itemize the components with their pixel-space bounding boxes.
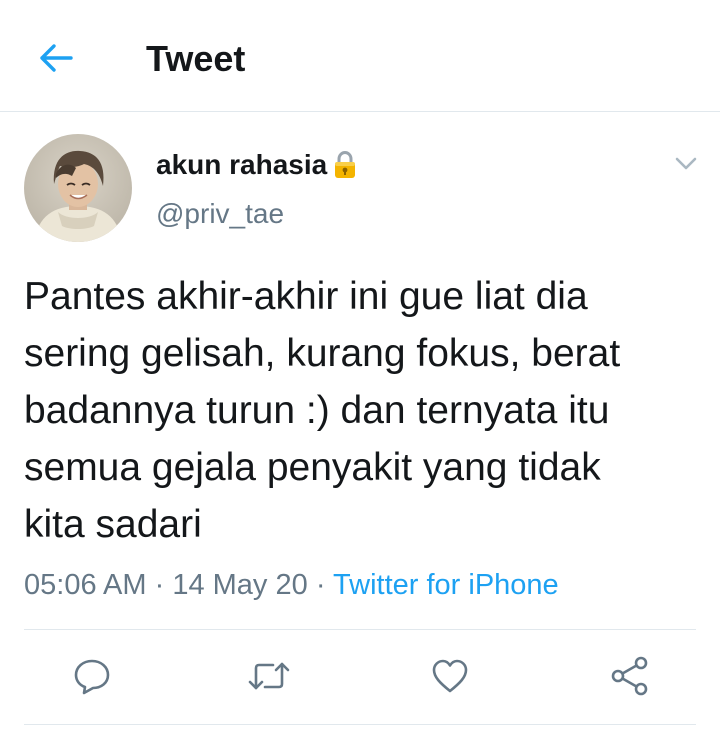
meta-separator: · xyxy=(315,569,326,601)
like-button[interactable] xyxy=(428,654,472,698)
arrow-left-icon xyxy=(40,44,73,72)
divider xyxy=(24,724,696,725)
page-title: Tweet xyxy=(146,38,246,79)
heart-icon xyxy=(432,659,468,693)
author-name-row[interactable]: akun rahasia xyxy=(156,148,357,182)
display-name: akun rahasia xyxy=(156,149,328,180)
reply-button[interactable] xyxy=(70,654,114,698)
meta-separator: · xyxy=(154,569,165,601)
tweet-meta: 05:06 AM · 14 May 20 · Twitter for iPhon… xyxy=(24,566,559,604)
divider xyxy=(24,629,696,630)
retweet-icon xyxy=(248,662,290,690)
more-options-button[interactable] xyxy=(670,150,702,178)
reply-icon xyxy=(74,659,110,695)
top-bar: Tweet xyxy=(0,0,720,112)
avatar[interactable] xyxy=(24,134,132,242)
tweet-text: Pantes akhir-akhir ini gue liat dia seri… xyxy=(24,275,621,546)
tweet-source-link[interactable]: Twitter for iPhone xyxy=(333,569,559,601)
tweet-time: 05:06 AM xyxy=(24,569,147,601)
tweet-date: 14 May 20 xyxy=(172,569,308,601)
share-button[interactable] xyxy=(608,654,652,698)
retweet-button[interactable] xyxy=(247,654,291,698)
lock-emoji-icon xyxy=(333,150,357,180)
share-icon xyxy=(611,656,648,696)
back-button[interactable] xyxy=(36,38,76,78)
username[interactable]: @priv_tae xyxy=(156,197,284,231)
chevron-down-icon xyxy=(675,157,697,170)
